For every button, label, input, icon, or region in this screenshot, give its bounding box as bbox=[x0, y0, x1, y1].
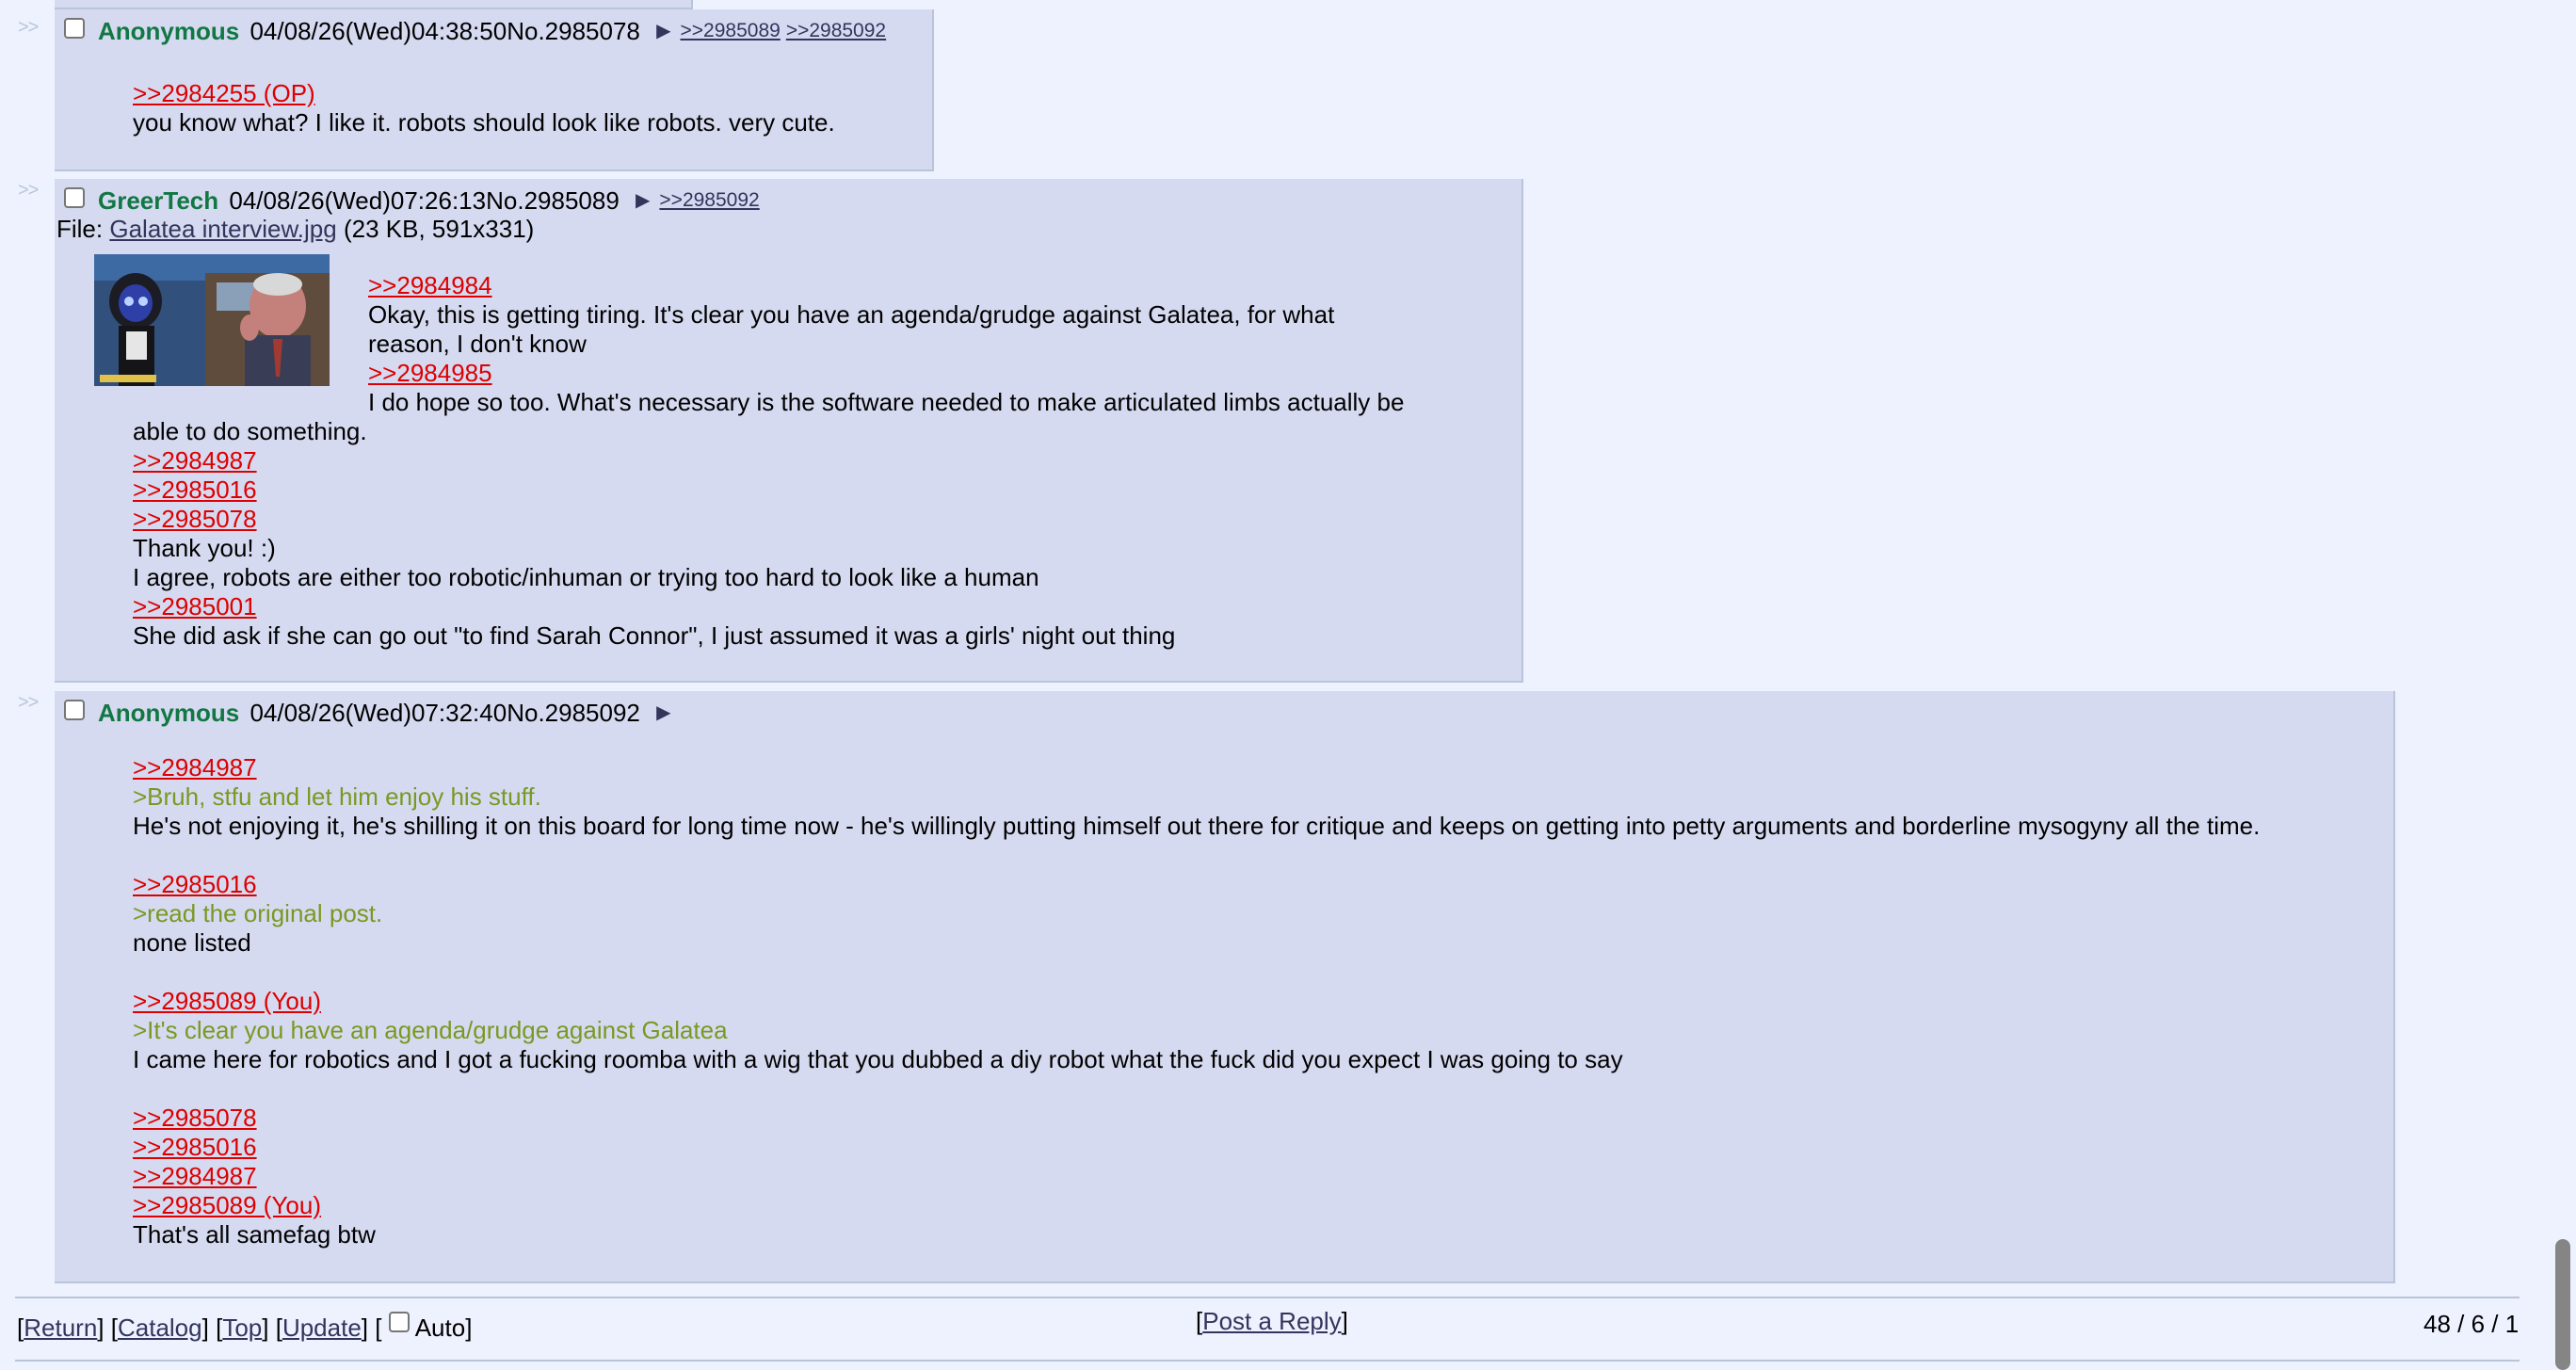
post-select-checkbox[interactable] bbox=[64, 700, 85, 721]
line-break bbox=[133, 841, 2260, 870]
thread-stats: 48 / 6 / 1 bbox=[2423, 1310, 2520, 1338]
line-break bbox=[133, 1074, 2260, 1104]
message-line: I agree, robots are either too robotic/i… bbox=[133, 563, 1039, 591]
message-line: I do hope so too. What's necessary is th… bbox=[368, 388, 1405, 416]
post-select-checkbox[interactable] bbox=[64, 18, 85, 40]
post-message: >>2984987 >Bruh, stfu and let him enjoy … bbox=[133, 753, 2260, 1249]
post-datetime: 04/08/26(Wed)07:32:40 bbox=[250, 699, 507, 728]
quote-link[interactable]: >>2984987 bbox=[133, 446, 1175, 475]
backlink[interactable]: >>2985092 bbox=[786, 20, 886, 41]
quote-link[interactable]: >>2984984 bbox=[368, 271, 1404, 300]
message-line: She did ask if she can go out "to find S… bbox=[133, 621, 1176, 650]
backlink[interactable]: >>2985089 bbox=[681, 20, 781, 41]
file-label: File: bbox=[56, 215, 104, 243]
post-info: Anonymous 04/08/26(Wed)04:38:50No.298507… bbox=[64, 13, 886, 47]
post-menu-arrow-icon[interactable]: ▶ bbox=[636, 190, 650, 211]
post-info: GreerTech 04/08/26(Wed)07:26:13No.298508… bbox=[64, 183, 760, 217]
message-line: you know what? I like it. robots should … bbox=[133, 108, 835, 137]
quote-link[interactable]: >>2984255 (OP) bbox=[133, 79, 835, 108]
quote-link[interactable]: >>2985001 bbox=[133, 592, 1175, 621]
message-line: I came here for robotics and I got a fuc… bbox=[133, 1045, 1623, 1073]
post-number[interactable]: No.2985089 bbox=[486, 186, 620, 215]
message-line: none listed bbox=[133, 928, 251, 957]
poster-name: Anonymous bbox=[98, 17, 240, 46]
file-meta: (23 KB, 591x331) bbox=[343, 215, 535, 243]
message-line: He's not enjoying it, he's shilling it o… bbox=[133, 812, 2261, 840]
poster-name: GreerTech bbox=[98, 186, 219, 216]
return-link[interactable]: Return bbox=[24, 1314, 97, 1342]
file-link[interactable]: Galatea interview.jpg bbox=[109, 215, 336, 243]
file-thumbnail[interactable] bbox=[94, 254, 330, 386]
message-line: Thank you! :) bbox=[133, 534, 276, 562]
previous-post-edge bbox=[55, 0, 693, 9]
greentext-line: >read the original post. bbox=[133, 899, 383, 927]
post-message: >>2984255 (OP) you know what? I like it.… bbox=[133, 79, 835, 137]
catalog-link[interactable]: Catalog bbox=[118, 1314, 202, 1342]
top-link[interactable]: Top bbox=[222, 1314, 262, 1342]
side-arrows: >> bbox=[18, 17, 39, 38]
file-info: File: Galatea interview.jpg (23 KB, 591x… bbox=[56, 213, 534, 245]
post-reply-link[interactable]: Post a Reply bbox=[1202, 1307, 1341, 1335]
thread-nav-links: [Return] [Catalog] [Top] [Update] [ Auto… bbox=[17, 1312, 473, 1342]
side-arrows: >> bbox=[18, 180, 39, 201]
quote-link[interactable]: >>2985078 bbox=[133, 505, 1175, 534]
quote-link[interactable]: >>2984985 bbox=[368, 359, 1404, 388]
auto-update-checkbox[interactable] bbox=[388, 1312, 410, 1332]
post-menu-arrow-icon[interactable]: ▶ bbox=[656, 21, 670, 41]
reply-post: GreerTech 04/08/26(Wed)07:26:13No.298508… bbox=[55, 179, 1523, 683]
quote-link[interactable]: >>2985016 bbox=[133, 870, 2260, 899]
poster-name: Anonymous bbox=[98, 699, 240, 728]
post-select-checkbox[interactable] bbox=[64, 187, 85, 209]
footer-divider bbox=[15, 1297, 2520, 1298]
post-number[interactable]: No.2985092 bbox=[507, 699, 640, 727]
greentext-line: >Bruh, stfu and let him enjoy his stuff. bbox=[133, 782, 541, 811]
quote-link[interactable]: >>2985078 bbox=[133, 1104, 2260, 1133]
post-menu-arrow-icon[interactable]: ▶ bbox=[656, 702, 670, 723]
post-message-wrapped: >>2984984 Okay, this is getting tiring. … bbox=[368, 271, 1404, 417]
scrollbar-thumb[interactable] bbox=[2555, 1239, 2570, 1370]
scrollbar[interactable] bbox=[2550, 0, 2576, 1370]
post-datetime: 04/08/26(Wed)04:38:50 bbox=[250, 17, 507, 46]
post-datetime: 04/08/26(Wed)07:26:13 bbox=[229, 186, 487, 216]
post-info: Anonymous 04/08/26(Wed)07:32:40No.298509… bbox=[64, 695, 675, 729]
message-line: Okay, this is getting tiring. It's clear… bbox=[368, 300, 1335, 329]
message-line: That's all samefag btw bbox=[133, 1220, 376, 1249]
reply-post: Anonymous 04/08/26(Wed)07:32:40No.298509… bbox=[55, 691, 2395, 1283]
update-link[interactable]: Update bbox=[282, 1314, 362, 1342]
message-line: reason, I don't know bbox=[368, 330, 587, 358]
post-message: able to do something. >>2984987 >>298501… bbox=[133, 417, 1175, 651]
quote-link[interactable]: >>2984987 bbox=[133, 753, 2260, 782]
quote-link[interactable]: >>2985089 (You) bbox=[133, 987, 2260, 1016]
quote-link[interactable]: >>2985089 (You) bbox=[133, 1191, 2260, 1220]
side-arrows: >> bbox=[18, 692, 39, 713]
quote-link[interactable]: >>2985016 bbox=[133, 1133, 2260, 1162]
robot-interview-thumbnail bbox=[94, 254, 330, 386]
greentext-line: >It's clear you have an agenda/grudge ag… bbox=[133, 1016, 728, 1044]
auto-label: Auto bbox=[414, 1314, 466, 1342]
reply-post: Anonymous 04/08/26(Wed)04:38:50No.298507… bbox=[55, 9, 934, 171]
backlink[interactable]: >>2985092 bbox=[659, 189, 759, 211]
post-reply: [Post a Reply] bbox=[1196, 1307, 1348, 1335]
line-break bbox=[133, 958, 2260, 987]
quote-link[interactable]: >>2984987 bbox=[133, 1162, 2260, 1191]
message-line: able to do something. bbox=[133, 417, 367, 445]
post-number[interactable]: No.2985078 bbox=[507, 17, 640, 45]
footer-divider bbox=[15, 1360, 2520, 1362]
quote-link[interactable]: >>2985016 bbox=[133, 475, 1175, 505]
